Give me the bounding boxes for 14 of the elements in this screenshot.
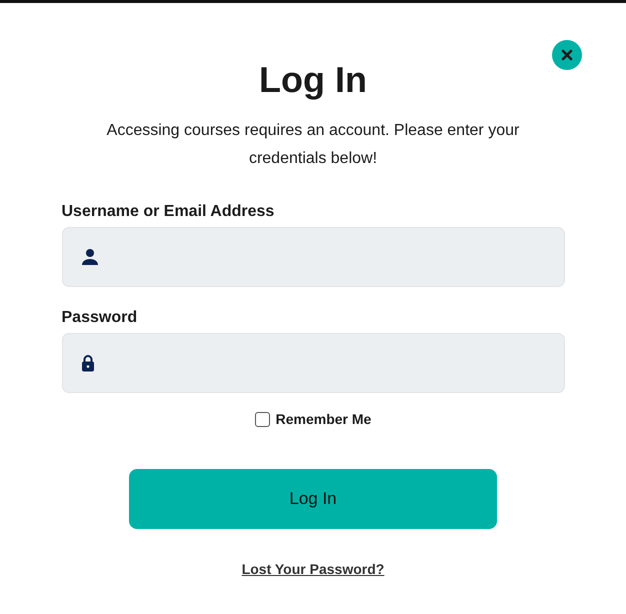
intro-text: Accessing courses requires an account. Please enter your credentials below!	[106, 121, 520, 169]
login-button[interactable]: Log In	[129, 469, 497, 529]
lost-password-link[interactable]: Lost Your Password?	[242, 561, 384, 577]
username-field[interactable]	[62, 227, 564, 287]
remember-checkbox[interactable]	[254, 412, 270, 426]
dialog-title: Log In	[259, 59, 367, 101]
person-icon	[80, 248, 98, 266]
field-label: Password	[62, 309, 138, 327]
field-label: Username or Email Address	[62, 203, 276, 221]
lock-icon	[80, 354, 94, 372]
remember-label: Remember Me	[276, 411, 372, 427]
close-button[interactable]	[552, 40, 582, 70]
close-icon	[561, 49, 573, 61]
password-field[interactable]	[62, 333, 564, 393]
